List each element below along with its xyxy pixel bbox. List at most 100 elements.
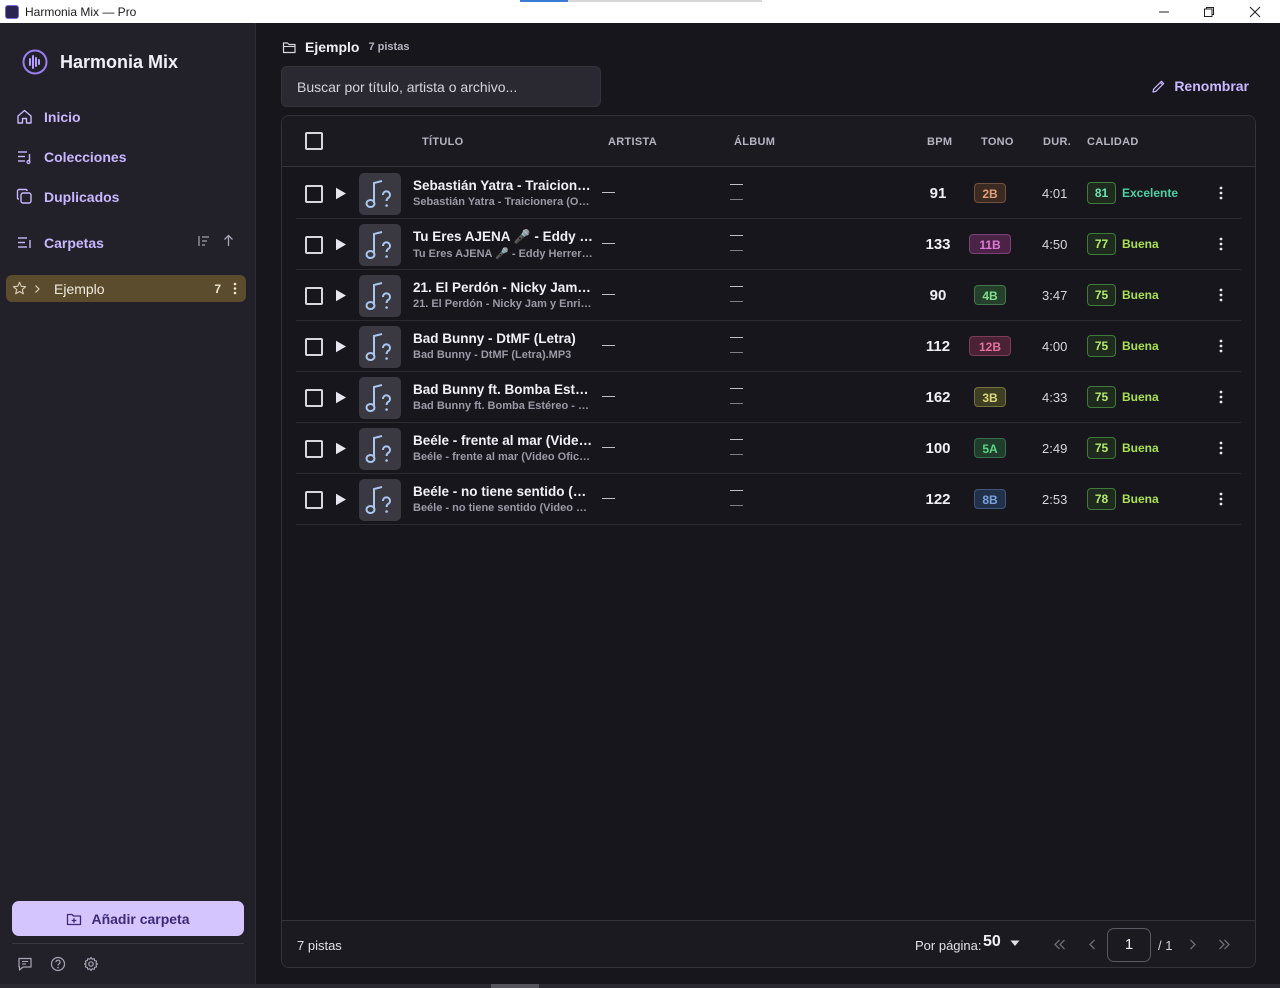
track-title[interactable]: Sebastián Yatra - Traicionera (Official … [413, 178, 593, 193]
home-icon [17, 109, 32, 124]
arrow-up-icon[interactable] [222, 234, 235, 247]
more-vertical-icon[interactable] [1219, 237, 1223, 251]
minimize-icon [1159, 11, 1169, 12]
star-icon[interactable] [12, 281, 27, 296]
nav-duplicados[interactable]: Duplicados [16, 188, 119, 205]
nav-duplicados-label: Duplicados [44, 188, 120, 205]
track-title[interactable]: Tu Eres AJENA 🎤 - Eddy Herrera [413, 229, 593, 245]
row-checkbox[interactable] [305, 185, 323, 203]
restore-button[interactable] [1186, 0, 1232, 23]
more-vertical-icon[interactable] [1219, 492, 1223, 506]
track-title[interactable]: Bad Bunny - DtMF (Letra) [413, 331, 593, 346]
sort-icon[interactable] [197, 234, 210, 247]
quality-score: 81 [1087, 182, 1116, 204]
per-page-select[interactable]: 50 [983, 933, 1001, 951]
row-checkbox[interactable] [305, 389, 323, 407]
track-title[interactable]: Bad Bunny ft. Bomba Estéreo - OTRA NOCHE [413, 382, 593, 397]
col-quality[interactable]: CALIDAD [1087, 136, 1139, 148]
more-vertical-icon[interactable] [233, 282, 237, 295]
rename-button[interactable]: Renombrar [1151, 78, 1249, 94]
col-duration[interactable]: DUR. [1043, 136, 1071, 148]
prev-page-icon[interactable] [1085, 937, 1100, 952]
col-artist[interactable]: ARTISTA [608, 136, 657, 148]
more-vertical-icon[interactable] [1219, 441, 1223, 455]
track-title[interactable]: Beéle - no tiene sentido (Video Oficial) [413, 484, 593, 499]
row-checkbox[interactable] [305, 440, 323, 458]
nav-inicio[interactable]: Inicio [16, 108, 81, 125]
track-duration: 4:00 [1042, 339, 1068, 354]
close-window-button[interactable] [1232, 0, 1278, 23]
track-duration: 2:53 [1042, 492, 1068, 507]
track-filename: 21. El Perdón - Nicky Jam y Enrique Igle… [413, 298, 593, 310]
quality-label: Buena [1122, 441, 1159, 455]
more-vertical-icon[interactable] [1219, 390, 1223, 404]
scrollbar-thumb[interactable] [491, 984, 539, 988]
music-note-unknown-icon [365, 180, 391, 208]
table-row[interactable]: Beéle - no tiene sentido (Video Oficial)… [296, 474, 1241, 525]
row-checkbox[interactable] [305, 338, 323, 356]
track-bpm: 133 [925, 236, 951, 253]
track-album-sub: — [730, 242, 743, 257]
music-note-unknown-icon [365, 333, 391, 361]
more-vertical-icon[interactable] [1219, 288, 1223, 302]
col-bpm[interactable]: BPM [927, 136, 952, 148]
quality-score: 75 [1087, 437, 1116, 459]
table-row[interactable]: Bad Bunny - DtMF (Letra) Bad Bunny - DtMF… [296, 321, 1241, 372]
caret-down-icon[interactable] [1010, 940, 1020, 947]
quality-score: 75 [1087, 335, 1116, 357]
feedback-icon[interactable] [17, 956, 33, 972]
more-vertical-icon[interactable] [1219, 339, 1223, 353]
row-checkbox[interactable] [305, 287, 323, 305]
row-checkbox[interactable] [305, 236, 323, 254]
footer-track-count: 7 pistas [297, 938, 342, 953]
search-input[interactable] [281, 66, 601, 107]
track-artwork [359, 275, 401, 317]
select-all-checkbox[interactable] [305, 132, 323, 150]
gear-icon[interactable] [83, 956, 99, 972]
track-artist: — [602, 337, 615, 352]
track-album-sub: — [730, 395, 743, 410]
col-key[interactable]: TONO [981, 136, 1014, 148]
table-row[interactable]: Tu Eres AJENA 🎤 - Eddy Herrera Tu Eres AJ… [296, 219, 1241, 270]
track-title[interactable]: 21. El Perdón - Nicky Jam y Enrique Igle… [413, 280, 593, 295]
play-icon[interactable] [335, 340, 347, 353]
last-page-icon[interactable] [1217, 937, 1232, 952]
chevron-right-icon[interactable] [32, 284, 42, 294]
col-album[interactable]: ÁLBUM [734, 136, 775, 148]
quality-label: Buena [1122, 492, 1159, 506]
play-icon[interactable] [335, 238, 347, 251]
play-icon[interactable] [335, 391, 347, 404]
app-icon [5, 4, 19, 19]
page-number-input[interactable]: 1 [1107, 928, 1151, 962]
play-icon[interactable] [335, 493, 347, 506]
folder-plus-icon [67, 913, 82, 925]
minimize-button[interactable] [1141, 0, 1187, 23]
table-row[interactable]: 21. El Perdón - Nicky Jam y Enrique Igle… [296, 270, 1241, 321]
play-icon[interactable] [335, 442, 347, 455]
col-title[interactable]: TÍTULO [422, 136, 464, 148]
row-checkbox[interactable] [305, 491, 323, 509]
table-row[interactable]: Bad Bunny ft. Bomba Estéreo - OTRA NOCHE… [296, 372, 1241, 423]
track-album: — [730, 431, 743, 446]
help-icon[interactable] [50, 956, 66, 972]
play-icon[interactable] [335, 289, 347, 302]
sidebar-divider [12, 943, 244, 944]
nav-inicio-label: Inicio [44, 108, 81, 125]
table-row[interactable]: Sebastián Yatra - Traicionera (Official … [296, 168, 1241, 219]
nav-colecciones[interactable]: Colecciones [16, 148, 126, 165]
more-vertical-icon[interactable] [1219, 186, 1223, 200]
track-filename: Bad Bunny ft. Bomba Estéreo - OTRA NOCHE… [413, 400, 593, 412]
add-folder-button[interactable]: Añadir carpeta [12, 901, 244, 936]
folder-item-ejemplo[interactable]: Ejemplo 7 [6, 275, 246, 302]
nav-carpetas[interactable]: Carpetas [16, 234, 104, 251]
horizontal-scrollbar[interactable] [0, 984, 1280, 988]
track-bpm: 122 [925, 491, 951, 508]
track-key-badge: 2B [974, 183, 1006, 203]
table-row[interactable]: Beéle - frente al mar (Video Oficial) Beé… [296, 423, 1241, 474]
first-page-icon[interactable] [1052, 937, 1067, 952]
next-page-icon[interactable] [1185, 937, 1200, 952]
track-title[interactable]: Beéle - frente al mar (Video Oficial) [413, 433, 593, 448]
play-icon[interactable] [335, 187, 347, 200]
brand-name: Harmonia Mix [60, 51, 179, 72]
track-artwork [359, 377, 401, 419]
